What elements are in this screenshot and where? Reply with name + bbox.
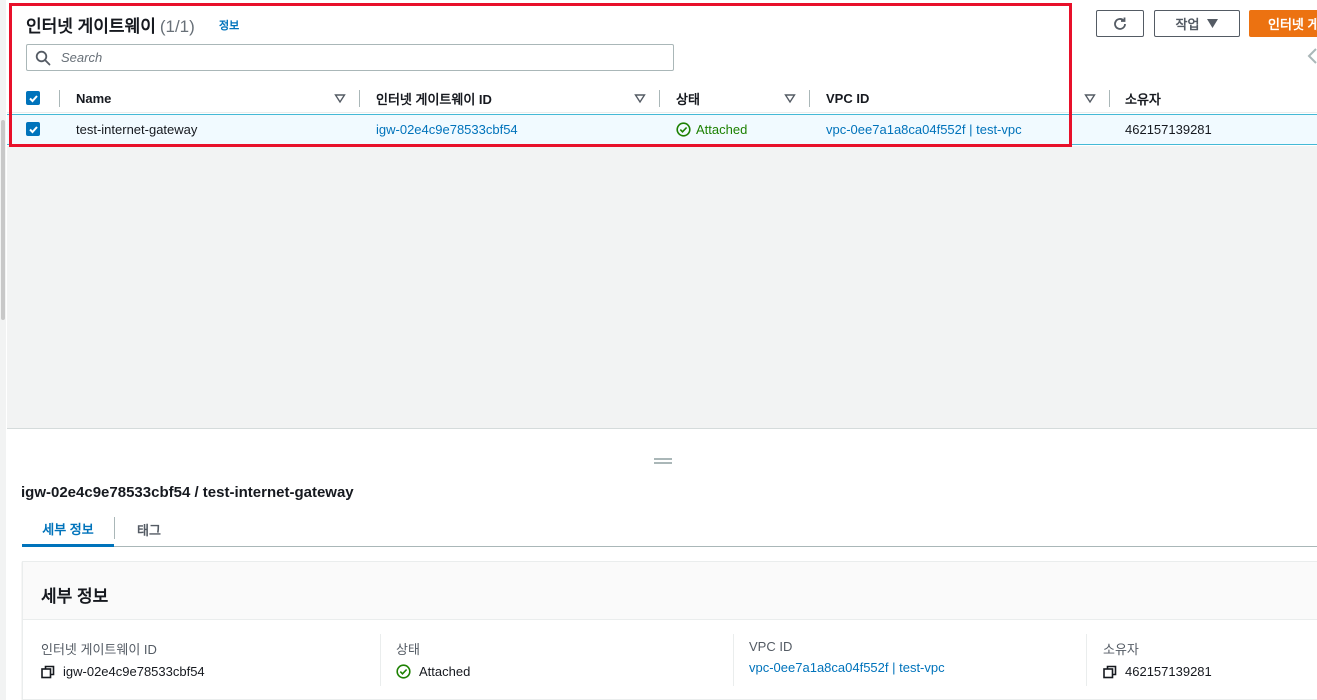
search-field[interactable] bbox=[26, 44, 674, 71]
actions-label: 작업 bbox=[1175, 17, 1200, 32]
igw-id-value: igw-02e4c9e78533cbf54 bbox=[63, 664, 205, 679]
field-divider bbox=[733, 634, 734, 686]
check-circle-icon bbox=[396, 664, 411, 679]
field-status: 상태 Attached bbox=[396, 639, 470, 679]
details-card: 세부 정보 인터넷 게이트웨이 ID igw-02e4c9e78533cbf54… bbox=[22, 561, 1317, 700]
drag-handle-icon[interactable] bbox=[654, 458, 672, 466]
column-header-vpc-id[interactable]: VPC ID bbox=[826, 83, 869, 113]
field-owner: 소유자 462157139281 bbox=[1103, 639, 1212, 679]
status-value: Attached bbox=[419, 664, 471, 679]
table-header: Name 인터넷 게이트웨이 ID 상태 VPC ID 소유자 bbox=[7, 83, 1317, 113]
field-label: 상태 bbox=[396, 642, 420, 657]
page-title: 인터넷 게이트웨이 (1/1) bbox=[26, 12, 195, 37]
row-checkbox[interactable] bbox=[26, 122, 40, 136]
checkmark-icon bbox=[29, 95, 38, 103]
tab-tags[interactable]: 태그 bbox=[115, 512, 183, 547]
details-tabs: 세부 정보 태그 bbox=[22, 512, 1317, 547]
copy-icon[interactable] bbox=[41, 665, 55, 679]
internet-gateways-panel: 인터넷 게이트웨이 (1/1) 정보 작업 bbox=[7, 0, 1317, 428]
sort-icon[interactable] bbox=[334, 91, 346, 105]
column-divider[interactable] bbox=[659, 90, 660, 107]
check-circle-icon bbox=[676, 122, 691, 137]
cell-owner: 462157139281 bbox=[1125, 122, 1212, 137]
chevron-left-icon[interactable] bbox=[1305, 47, 1317, 65]
cell-name: test-internet-gateway bbox=[76, 122, 198, 137]
owner-value: 462157139281 bbox=[1125, 664, 1212, 679]
field-value: vpc-0ee7a1a8ca04f552f | test-vpc bbox=[749, 660, 945, 675]
field-divider bbox=[1086, 634, 1087, 686]
field-label: 소유자 bbox=[1103, 642, 1139, 657]
search-input[interactable] bbox=[59, 48, 659, 67]
cell-igw-id-link[interactable]: igw-02e4c9e78533cbf54 bbox=[376, 115, 518, 144]
cell-status: Attached bbox=[676, 115, 747, 144]
refresh-button[interactable] bbox=[1096, 10, 1144, 37]
search-icon bbox=[35, 50, 51, 66]
details-title: igw-02e4c9e78533cbf54 / test-internet-ga… bbox=[21, 484, 354, 501]
page-title-text: 인터넷 게이트웨이 bbox=[26, 17, 156, 36]
field-value: Attached bbox=[396, 664, 470, 679]
status-text: Attached bbox=[696, 122, 748, 137]
checkmark-icon bbox=[29, 126, 38, 134]
refresh-icon bbox=[1114, 17, 1126, 30]
field-igw-id: 인터넷 게이트웨이 ID igw-02e4c9e78533cbf54 bbox=[41, 639, 205, 679]
sort-icon[interactable] bbox=[634, 91, 646, 105]
field-vpc-id: VPC ID vpc-0ee7a1a8ca04f552f | test-vpc bbox=[749, 639, 945, 675]
tab-details[interactable]: 세부 정보 bbox=[22, 512, 114, 547]
details-card-title: 세부 정보 bbox=[41, 587, 109, 606]
column-divider bbox=[59, 90, 60, 107]
column-header-status[interactable]: 상태 bbox=[676, 83, 700, 113]
create-label: 인터넷 게 bbox=[1268, 17, 1317, 32]
left-scrollbar-thumb[interactable] bbox=[1, 120, 5, 320]
selection-count: (1/1) bbox=[159, 17, 195, 36]
column-divider[interactable] bbox=[359, 90, 360, 107]
field-divider bbox=[380, 634, 381, 686]
panel-splitter[interactable] bbox=[7, 428, 1317, 443]
create-internet-gateway-button[interactable]: 인터넷 게 bbox=[1249, 10, 1317, 37]
column-header-name[interactable]: Name bbox=[76, 83, 111, 113]
field-label: 인터넷 게이트웨이 ID bbox=[41, 642, 157, 657]
sort-icon[interactable] bbox=[1084, 91, 1096, 105]
field-label: VPC ID bbox=[749, 639, 793, 654]
caret-down-icon bbox=[1207, 19, 1219, 28]
details-card-header: 세부 정보 bbox=[23, 562, 1317, 620]
cell-vpc-id-link[interactable]: vpc-0ee7a1a8ca04f552f | test-vpc bbox=[826, 115, 1022, 144]
actions-dropdown-button[interactable]: 작업 bbox=[1154, 10, 1240, 37]
table-container: 인터넷 게이트웨이 (1/1) 정보 작업 bbox=[7, 0, 1317, 146]
info-link[interactable]: 정보 bbox=[219, 17, 239, 33]
copy-icon[interactable] bbox=[1103, 665, 1117, 679]
table-row[interactable]: test-internet-gateway igw-02e4c9e78533cb… bbox=[7, 114, 1317, 145]
page: 인터넷 게이트웨이 (1/1) 정보 작업 bbox=[0, 0, 1317, 700]
select-all-checkbox[interactable] bbox=[26, 91, 40, 105]
column-divider[interactable] bbox=[1109, 90, 1110, 107]
column-header-igw-id[interactable]: 인터넷 게이트웨이 ID bbox=[376, 83, 492, 113]
field-value: igw-02e4c9e78533cbf54 bbox=[41, 664, 205, 679]
vpc-id-link[interactable]: vpc-0ee7a1a8ca04f552f | test-vpc bbox=[749, 660, 945, 675]
column-header-owner[interactable]: 소유자 bbox=[1125, 83, 1161, 113]
left-scrollbar[interactable] bbox=[0, 0, 6, 700]
sort-icon[interactable] bbox=[784, 91, 796, 105]
column-divider[interactable] bbox=[809, 90, 810, 107]
field-value: 462157139281 bbox=[1103, 664, 1212, 679]
